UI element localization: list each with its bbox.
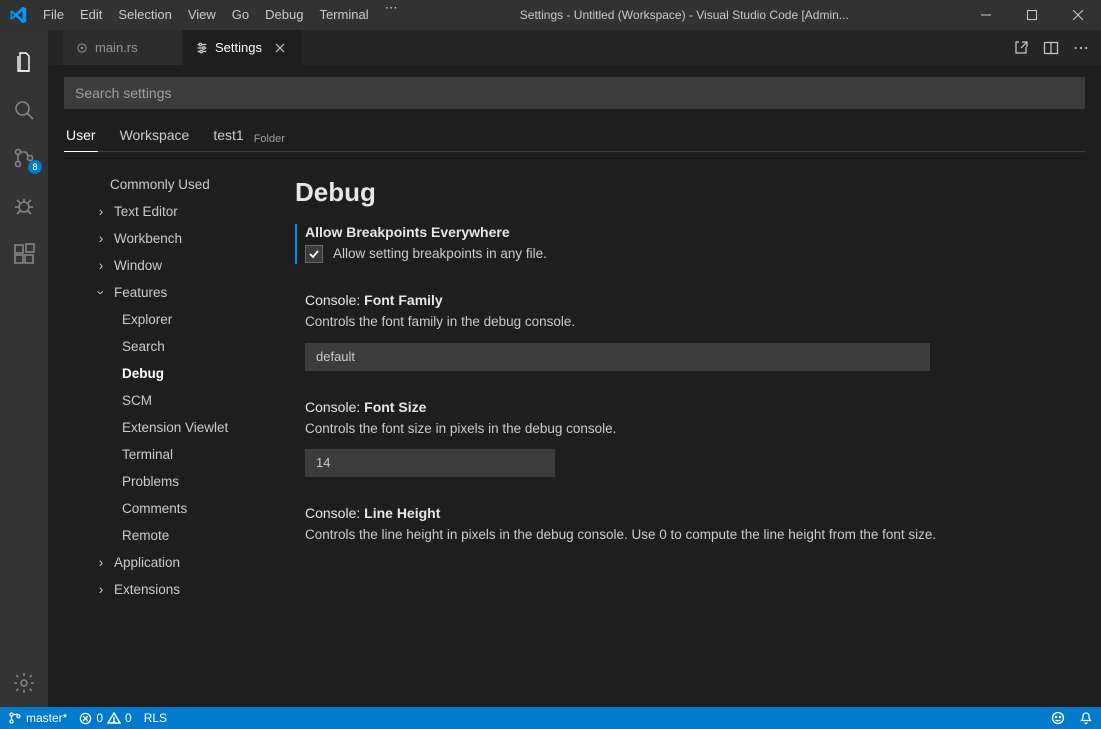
close-icon[interactable] — [274, 42, 286, 54]
activity-extensions-icon[interactable] — [0, 230, 48, 278]
setting-console-line-height: Console: Line Height Controls the line h… — [295, 505, 1069, 545]
status-problems[interactable]: 0 0 — [79, 711, 131, 725]
toc-terminal[interactable]: Terminal — [64, 441, 289, 468]
window-title: Settings - Untitled (Workspace) - Visual… — [406, 8, 963, 22]
toc-remote[interactable]: Remote — [64, 522, 289, 549]
toc-window[interactable]: ›Window — [64, 252, 289, 279]
minimize-button[interactable] — [963, 0, 1009, 30]
rust-file-icon — [75, 41, 89, 55]
toc-extension-viewlet[interactable]: Extension Viewlet — [64, 414, 289, 441]
split-editor-icon[interactable] — [1043, 40, 1059, 56]
toc-extensions[interactable]: ›Extensions — [64, 576, 289, 603]
toc-debug[interactable]: Debug — [64, 360, 289, 387]
input-console-font-size[interactable] — [305, 449, 555, 477]
scope-tab-workspace[interactable]: Workspace — [118, 127, 192, 151]
close-button[interactable] — [1055, 0, 1101, 30]
tab-main-rs[interactable]: main.rs — [63, 30, 183, 65]
toc-commonly-used[interactable]: Commonly Used — [64, 171, 289, 198]
menu-more-icon[interactable]: ⋯ — [377, 0, 406, 30]
menu-terminal[interactable]: Terminal — [311, 0, 376, 30]
settings-content: Debug Allow Breakpoints Everywhere Allow… — [289, 165, 1085, 707]
toc-application[interactable]: ›Application — [64, 549, 289, 576]
status-errors-count: 0 — [96, 711, 103, 725]
activity-settings-icon[interactable] — [0, 659, 48, 707]
setting-description: Controls the line height in pixels in th… — [305, 525, 1069, 545]
vscode-logo-icon — [0, 6, 35, 24]
chevron-right-icon: › — [94, 582, 108, 597]
setting-allow-breakpoints: Allow Breakpoints Everywhere Allow setti… — [295, 224, 1069, 264]
setting-description: Allow setting breakpoints in any file. — [333, 244, 547, 264]
activity-bar: 8 — [0, 30, 48, 707]
chevron-right-icon: › — [94, 204, 108, 219]
tab-actions: ⋯ — [1001, 30, 1101, 65]
activity-explorer-icon[interactable] — [0, 38, 48, 86]
activity-source-control-icon[interactable]: 8 — [0, 134, 48, 182]
setting-name: Line Height — [364, 505, 440, 521]
source-control-badge: 8 — [28, 160, 42, 174]
setting-scope: Console: — [305, 505, 364, 521]
chevron-right-icon: › — [94, 231, 108, 246]
maximize-button[interactable] — [1009, 0, 1055, 30]
settings-toc: Commonly Used ›Text Editor ›Workbench ›W… — [64, 165, 289, 707]
status-branch-label: master* — [26, 711, 67, 725]
toc-workbench[interactable]: ›Workbench — [64, 225, 289, 252]
section-title: Debug — [295, 177, 1069, 208]
input-console-font-family[interactable] — [305, 343, 930, 371]
status-feedback-icon[interactable] — [1051, 711, 1065, 725]
status-warnings-count: 0 — [125, 711, 132, 725]
tab-settings[interactable]: Settings — [183, 30, 303, 65]
settings-list-icon — [195, 41, 209, 55]
menu-selection[interactable]: Selection — [110, 0, 179, 30]
scope-folder-label: Folder — [254, 133, 285, 145]
scope-tab-folder[interactable]: test1 — [211, 127, 245, 151]
settings-scope-tabs: User Workspace test1 Folder — [64, 127, 1085, 152]
tab-label: Settings — [215, 40, 262, 55]
status-branch[interactable]: master* — [8, 711, 67, 725]
status-language[interactable]: RLS — [144, 711, 167, 725]
toc-problems[interactable]: Problems — [64, 468, 289, 495]
tab-label: main.rs — [95, 40, 138, 55]
setting-scope: Console: — [305, 399, 364, 415]
more-actions-icon[interactable]: ⋯ — [1073, 38, 1089, 58]
toc-scm[interactable]: SCM — [64, 387, 289, 414]
setting-name: Font Size — [364, 399, 426, 415]
scope-tab-user[interactable]: User — [64, 127, 98, 152]
menu-go[interactable]: Go — [224, 0, 257, 30]
chevron-right-icon: › — [94, 555, 108, 570]
chevron-right-icon: › — [94, 258, 108, 273]
menu-bar: File Edit Selection View Go Debug Termin… — [35, 0, 406, 30]
window-controls — [963, 0, 1101, 30]
toc-comments[interactable]: Comments — [64, 495, 289, 522]
toc-text-editor[interactable]: ›Text Editor — [64, 198, 289, 225]
toc-search[interactable]: Search — [64, 333, 289, 360]
editor-tabs: main.rs Settings ⋯ — [48, 30, 1101, 65]
menu-file[interactable]: File — [35, 0, 72, 30]
setting-scope: Console: — [305, 292, 364, 308]
menu-view[interactable]: View — [180, 0, 224, 30]
setting-console-font-family: Console: Font Family Controls the font f… — [295, 292, 1069, 370]
search-settings-input[interactable] — [64, 77, 1085, 109]
open-settings-json-icon[interactable] — [1013, 40, 1029, 56]
setting-description: Controls the font size in pixels in the … — [305, 419, 1069, 439]
status-notifications-icon[interactable] — [1079, 711, 1093, 725]
checkbox-allow-breakpoints[interactable] — [305, 245, 323, 263]
setting-label: Allow Breakpoints Everywhere — [305, 224, 510, 240]
settings-editor: User Workspace test1 Folder Commonly Use… — [48, 65, 1101, 707]
titlebar: File Edit Selection View Go Debug Termin… — [0, 0, 1101, 30]
toc-explorer[interactable]: Explorer — [64, 306, 289, 333]
menu-edit[interactable]: Edit — [72, 0, 110, 30]
chevron-down-icon: › — [94, 286, 109, 300]
activity-search-icon[interactable] — [0, 86, 48, 134]
activity-debug-icon[interactable] — [0, 182, 48, 230]
status-bar: master* 0 0 RLS — [0, 707, 1101, 729]
setting-description: Controls the font family in the debug co… — [305, 312, 1069, 332]
setting-name: Font Family — [364, 292, 443, 308]
setting-console-font-size: Console: Font Size Controls the font siz… — [295, 399, 1069, 477]
toc-features[interactable]: ›Features — [64, 279, 289, 306]
menu-debug[interactable]: Debug — [257, 0, 311, 30]
